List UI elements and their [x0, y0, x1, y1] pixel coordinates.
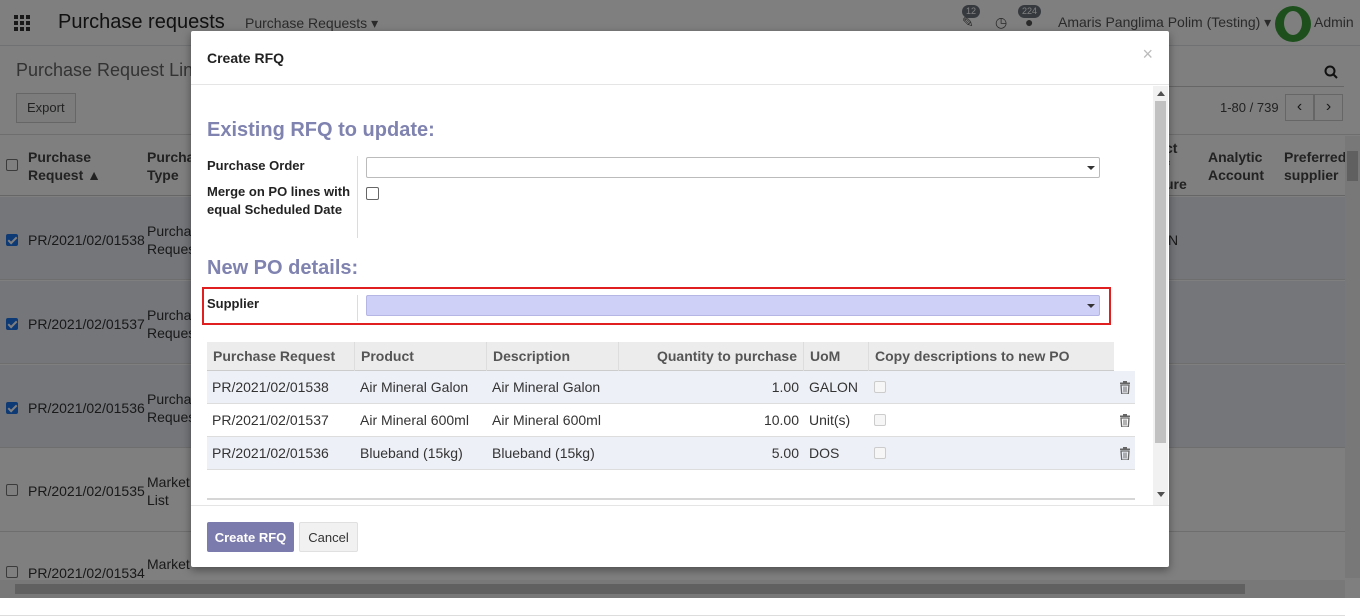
cell-request: PR/2021/02/01538 — [212, 379, 329, 395]
header-quantity[interactable]: Quantity to purchase — [619, 342, 804, 371]
table-row[interactable]: PR/2021/02/01536 Blueband (15kg) Blueban… — [207, 437, 1135, 470]
modal-header: Create RFQ × — [191, 31, 1169, 85]
create-rfq-dialog: Create RFQ × Existing RFQ to update: Pur… — [191, 31, 1169, 567]
cell-request: PR/2021/02/01537 — [212, 412, 329, 428]
cell-description: Air Mineral 600ml — [492, 412, 601, 428]
copy-description-checkbox[interactable] — [874, 447, 886, 459]
cell-uom: Unit(s) — [809, 412, 851, 428]
modal-title: Create RFQ — [207, 50, 285, 66]
table-row[interactable]: PR/2021/02/01537 Air Mineral 600ml Air M… — [207, 404, 1135, 437]
cell-uom: DOS — [809, 445, 840, 461]
cell-description: Blueband (15kg) — [492, 445, 595, 461]
table-row[interactable]: PR/2021/02/01538 Air Mineral Galon Air M… — [207, 371, 1135, 404]
cell-description: Air Mineral Galon — [492, 379, 601, 395]
cell-product: Air Mineral 600ml — [360, 412, 469, 428]
header-uom[interactable]: UoM — [804, 342, 869, 371]
cell-request: PR/2021/02/01536 — [212, 445, 329, 461]
header-purchase-request[interactable]: Purchase Request — [207, 342, 355, 371]
rfq-lines-table-header: Purchase Request Product Description Qua… — [207, 342, 1114, 371]
merge-po-lines-label: Merge on PO lines with equal Scheduled D… — [207, 184, 351, 217]
close-icon[interactable]: × — [1142, 44, 1153, 65]
scroll-down-icon[interactable] — [1157, 492, 1165, 497]
modal-footer: Create RFQ Cancel — [191, 505, 1169, 567]
header-description[interactable]: Description — [487, 342, 619, 371]
header-product[interactable]: Product — [355, 342, 487, 371]
modal-body: Existing RFQ to update: Purchase Order M… — [191, 86, 1169, 505]
copy-description-checkbox[interactable] — [874, 414, 886, 426]
cell-product: Air Mineral Galon — [360, 379, 469, 395]
supplier-label: Supplier — [207, 296, 260, 311]
caret-down-icon — [1087, 166, 1095, 170]
field-separator — [357, 295, 358, 321]
cell-quantity: 5.00 — [771, 445, 799, 461]
cell-quantity: 1.00 — [771, 379, 799, 395]
scrollbar-thumb[interactable] — [1155, 101, 1166, 443]
purchase-order-select[interactable] — [366, 157, 1100, 178]
trash-icon[interactable] — [1119, 381, 1131, 394]
scroll-up-icon[interactable] — [1157, 91, 1165, 96]
purchase-order-label: Purchase Order — [207, 158, 305, 173]
cell-product: Blueband (15kg) — [360, 445, 463, 461]
cell-uom: GALON — [809, 379, 859, 395]
trash-icon[interactable] — [1119, 447, 1131, 460]
copy-description-checkbox[interactable] — [874, 381, 886, 393]
cell-quantity: 10.00 — [763, 412, 799, 428]
trash-icon[interactable] — [1119, 414, 1131, 427]
caret-down-icon — [1087, 304, 1095, 308]
table-bottom-border — [207, 498, 1135, 500]
field-separator — [357, 156, 358, 238]
modal-vertical-scrollbar[interactable] — [1153, 86, 1168, 505]
merge-po-lines-checkbox[interactable] — [366, 187, 379, 200]
section-existing-rfq: Existing RFQ to update: — [207, 119, 435, 141]
create-rfq-button[interactable]: Create RFQ — [207, 522, 294, 552]
header-copy-descriptions[interactable]: Copy descriptions to new PO — [869, 342, 1114, 371]
cancel-button[interactable]: Cancel — [299, 522, 358, 552]
supplier-select[interactable] — [366, 295, 1100, 316]
section-new-po: New PO details: — [207, 257, 359, 279]
